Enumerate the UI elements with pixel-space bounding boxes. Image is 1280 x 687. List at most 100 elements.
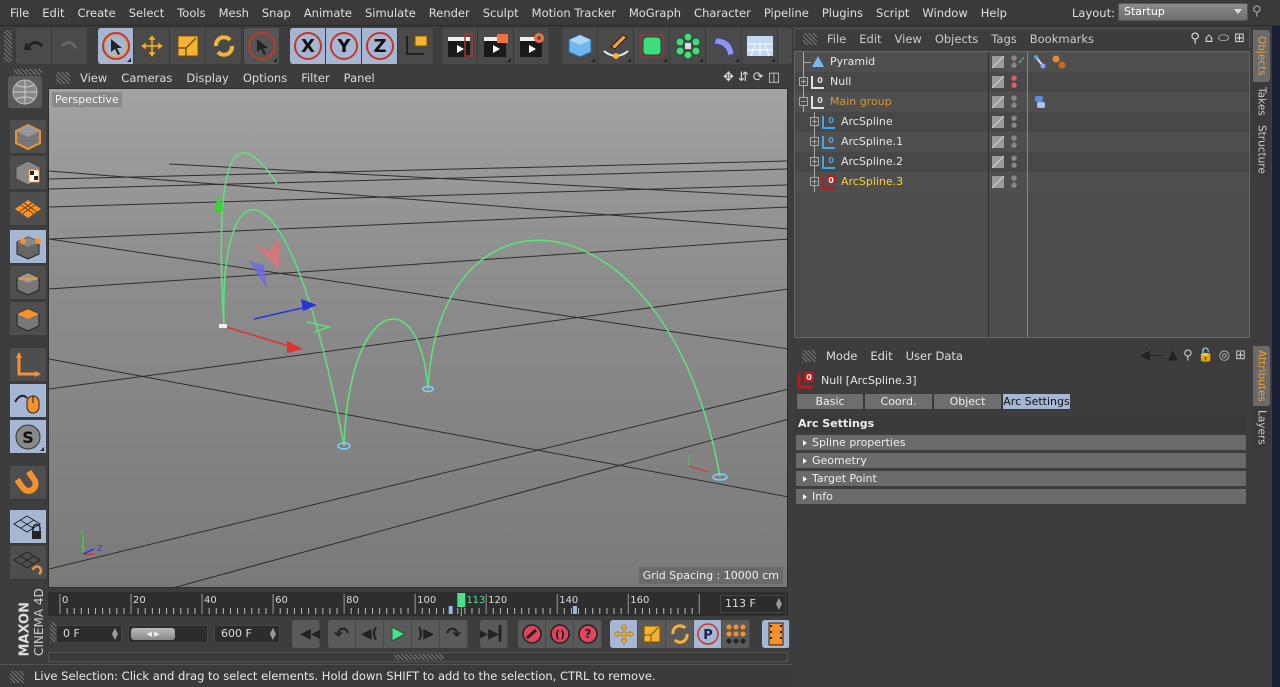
pen-spline-button[interactable]	[598, 28, 634, 64]
back-arrow-icon[interactable]: ◀—	[1140, 348, 1163, 363]
am-menu-user-data[interactable]: User Data	[906, 349, 963, 363]
menu-select[interactable]: Select	[129, 6, 164, 20]
move-button[interactable]	[134, 28, 170, 64]
menu-snap[interactable]: Snap	[262, 6, 291, 20]
menu-animate[interactable]: Animate	[304, 6, 352, 20]
menu-character[interactable]: Character	[694, 6, 751, 20]
layer-icon[interactable]	[992, 96, 1004, 108]
expand-icon[interactable]: +	[799, 77, 808, 86]
menu-render[interactable]: Render	[429, 6, 470, 20]
enabled-check-icon[interactable]: ✓	[1017, 54, 1026, 67]
menu-pipeline[interactable]: Pipeline	[764, 6, 809, 20]
menu-window[interactable]: Window	[922, 6, 967, 20]
current-frame-field[interactable]: 113 F ▲ ▼	[720, 595, 786, 613]
layer-icon[interactable]	[992, 156, 1004, 168]
side-tab-takes[interactable]: Takes	[1253, 82, 1270, 120]
om-menu-edit[interactable]: Edit	[859, 32, 881, 46]
attribute-manager-grip[interactable]	[802, 350, 816, 362]
am-menu-mode[interactable]: Mode	[826, 349, 857, 363]
parameter-track-button[interactable]: P	[694, 620, 722, 648]
floor-button[interactable]	[742, 28, 778, 64]
search-icon[interactable]: ⚲	[1183, 348, 1193, 363]
polygons-mode-button[interactable]	[10, 302, 46, 336]
point-level-animation-button[interactable]	[722, 620, 750, 648]
object-row[interactable]: +0 ArcSpline.3 ● ●	[795, 172, 1249, 192]
object-row[interactable]: +0 Null ● ●	[795, 72, 1249, 92]
menu-mograph[interactable]: MoGraph	[629, 6, 681, 20]
play-button[interactable]	[384, 620, 412, 648]
object-row[interactable]: +0 ArcSpline ● ●	[795, 112, 1249, 132]
object-manager-grip[interactable]	[803, 32, 817, 45]
viewport-menu-panel[interactable]: Panel	[344, 71, 375, 85]
menu-motion-tracker[interactable]: Motion Tracker	[532, 6, 616, 20]
viewport-menu-cameras[interactable]: Cameras	[121, 71, 172, 85]
home-icon[interactable]: ⌂	[1205, 31, 1213, 46]
layer-icon[interactable]	[992, 56, 1004, 68]
expand-icon[interactable]: +	[810, 157, 819, 166]
side-tab-structure[interactable]: Structure	[1253, 120, 1270, 178]
layout-dropdown[interactable]: Startup	[1118, 3, 1248, 21]
viewport-menu-options[interactable]: Options	[243, 71, 287, 85]
cloner-button[interactable]	[670, 28, 706, 64]
undo-button[interactable]	[16, 28, 52, 64]
autokey-button[interactable]: ()	[546, 620, 574, 648]
viewport-menu-display[interactable]: Display	[186, 71, 228, 85]
layer-icon[interactable]	[992, 76, 1004, 88]
preview-range-slider[interactable]: ◀ ▶	[128, 625, 208, 643]
side-tab-layers[interactable]: Layers	[1253, 406, 1270, 448]
rotate-button[interactable]	[206, 28, 242, 64]
end-frame-field[interactable]: 600 F ▲ ▼	[214, 625, 280, 643]
cube-button[interactable]	[562, 28, 598, 64]
column-divider[interactable]	[988, 52, 989, 337]
menu-plugins[interactable]: Plugins	[822, 6, 863, 20]
menu-edit[interactable]: Edit	[42, 6, 64, 20]
eye-icon[interactable]: ⬭	[1218, 31, 1229, 46]
menu-simulate[interactable]: Simulate	[365, 6, 416, 20]
om-menu-objects[interactable]: Objects	[935, 32, 978, 46]
workplane-lock-button[interactable]	[10, 510, 46, 544]
model-mode-button[interactable]	[10, 120, 46, 154]
visibility-dots[interactable]: ● ●	[1011, 115, 1017, 129]
lock-icon[interactable]: 🔓	[1198, 348, 1214, 363]
solo-button[interactable]: S	[10, 420, 46, 454]
menu-script[interactable]: Script	[876, 6, 909, 20]
object-row[interactable]: +0 ArcSpline.2 ● ●	[795, 152, 1249, 172]
ik-tag-icon[interactable]	[1033, 54, 1049, 70]
om-menu-tags[interactable]: Tags	[991, 32, 1016, 46]
visibility-dots[interactable]: ● ●	[1011, 95, 1017, 109]
om-menu-file[interactable]: File	[827, 32, 846, 46]
playhead[interactable]	[457, 593, 466, 607]
visibility-dots[interactable]: ● ●	[1011, 55, 1017, 69]
om-menu-bookmarks[interactable]: Bookmarks	[1030, 32, 1094, 46]
render-settings-button[interactable]	[514, 28, 550, 64]
spinner-icon[interactable]: ▲ ▼	[776, 597, 782, 611]
render-view-button[interactable]	[442, 28, 478, 64]
range-slider-handle[interactable]: ◀ ▶	[131, 628, 175, 640]
target-icon[interactable]: ◎	[1219, 348, 1230, 363]
workplane-mode-button[interactable]	[10, 192, 46, 226]
redo-button[interactable]	[52, 28, 88, 64]
keyframe-marker[interactable]	[572, 606, 577, 614]
visibility-dots[interactable]: ● ●	[1011, 135, 1017, 149]
side-tab-objects[interactable]: Objects	[1253, 30, 1270, 82]
horizontal-scrollbar[interactable]	[48, 652, 788, 662]
am-menu-edit[interactable]: Edit	[870, 349, 892, 363]
viewport-perspective[interactable]: Y Z Perspective Grid Spacing : 10000 cm	[48, 88, 788, 588]
viewport-menu-filter[interactable]: Filter	[301, 71, 329, 85]
menu-file[interactable]: File	[10, 6, 29, 20]
coordinate-system-button[interactable]	[398, 28, 434, 64]
y-axis-lock-button[interactable]: Y	[326, 28, 362, 64]
menu-mesh[interactable]: Mesh	[219, 6, 249, 20]
timeline-window-button[interactable]	[762, 620, 790, 648]
last-tool-button[interactable]	[244, 28, 280, 64]
search-icon[interactable]: ⚲	[1190, 31, 1200, 46]
rotate-view-icon[interactable]: ⟳	[753, 70, 764, 85]
timeline-ruler[interactable]: 0 20 40 60 80 100 120 140 160 113 113 F ▲ ▼	[48, 592, 788, 616]
points-mode-button[interactable]	[10, 230, 46, 264]
viewport-menu-view[interactable]: View	[80, 71, 107, 85]
expand-icon[interactable]: +	[810, 117, 819, 126]
group-info[interactable]: Info	[796, 489, 1246, 504]
deformer-button[interactable]	[706, 28, 742, 64]
tab-object[interactable]: Object	[933, 393, 1002, 410]
visibility-dots[interactable]: ● ●	[1011, 155, 1017, 169]
